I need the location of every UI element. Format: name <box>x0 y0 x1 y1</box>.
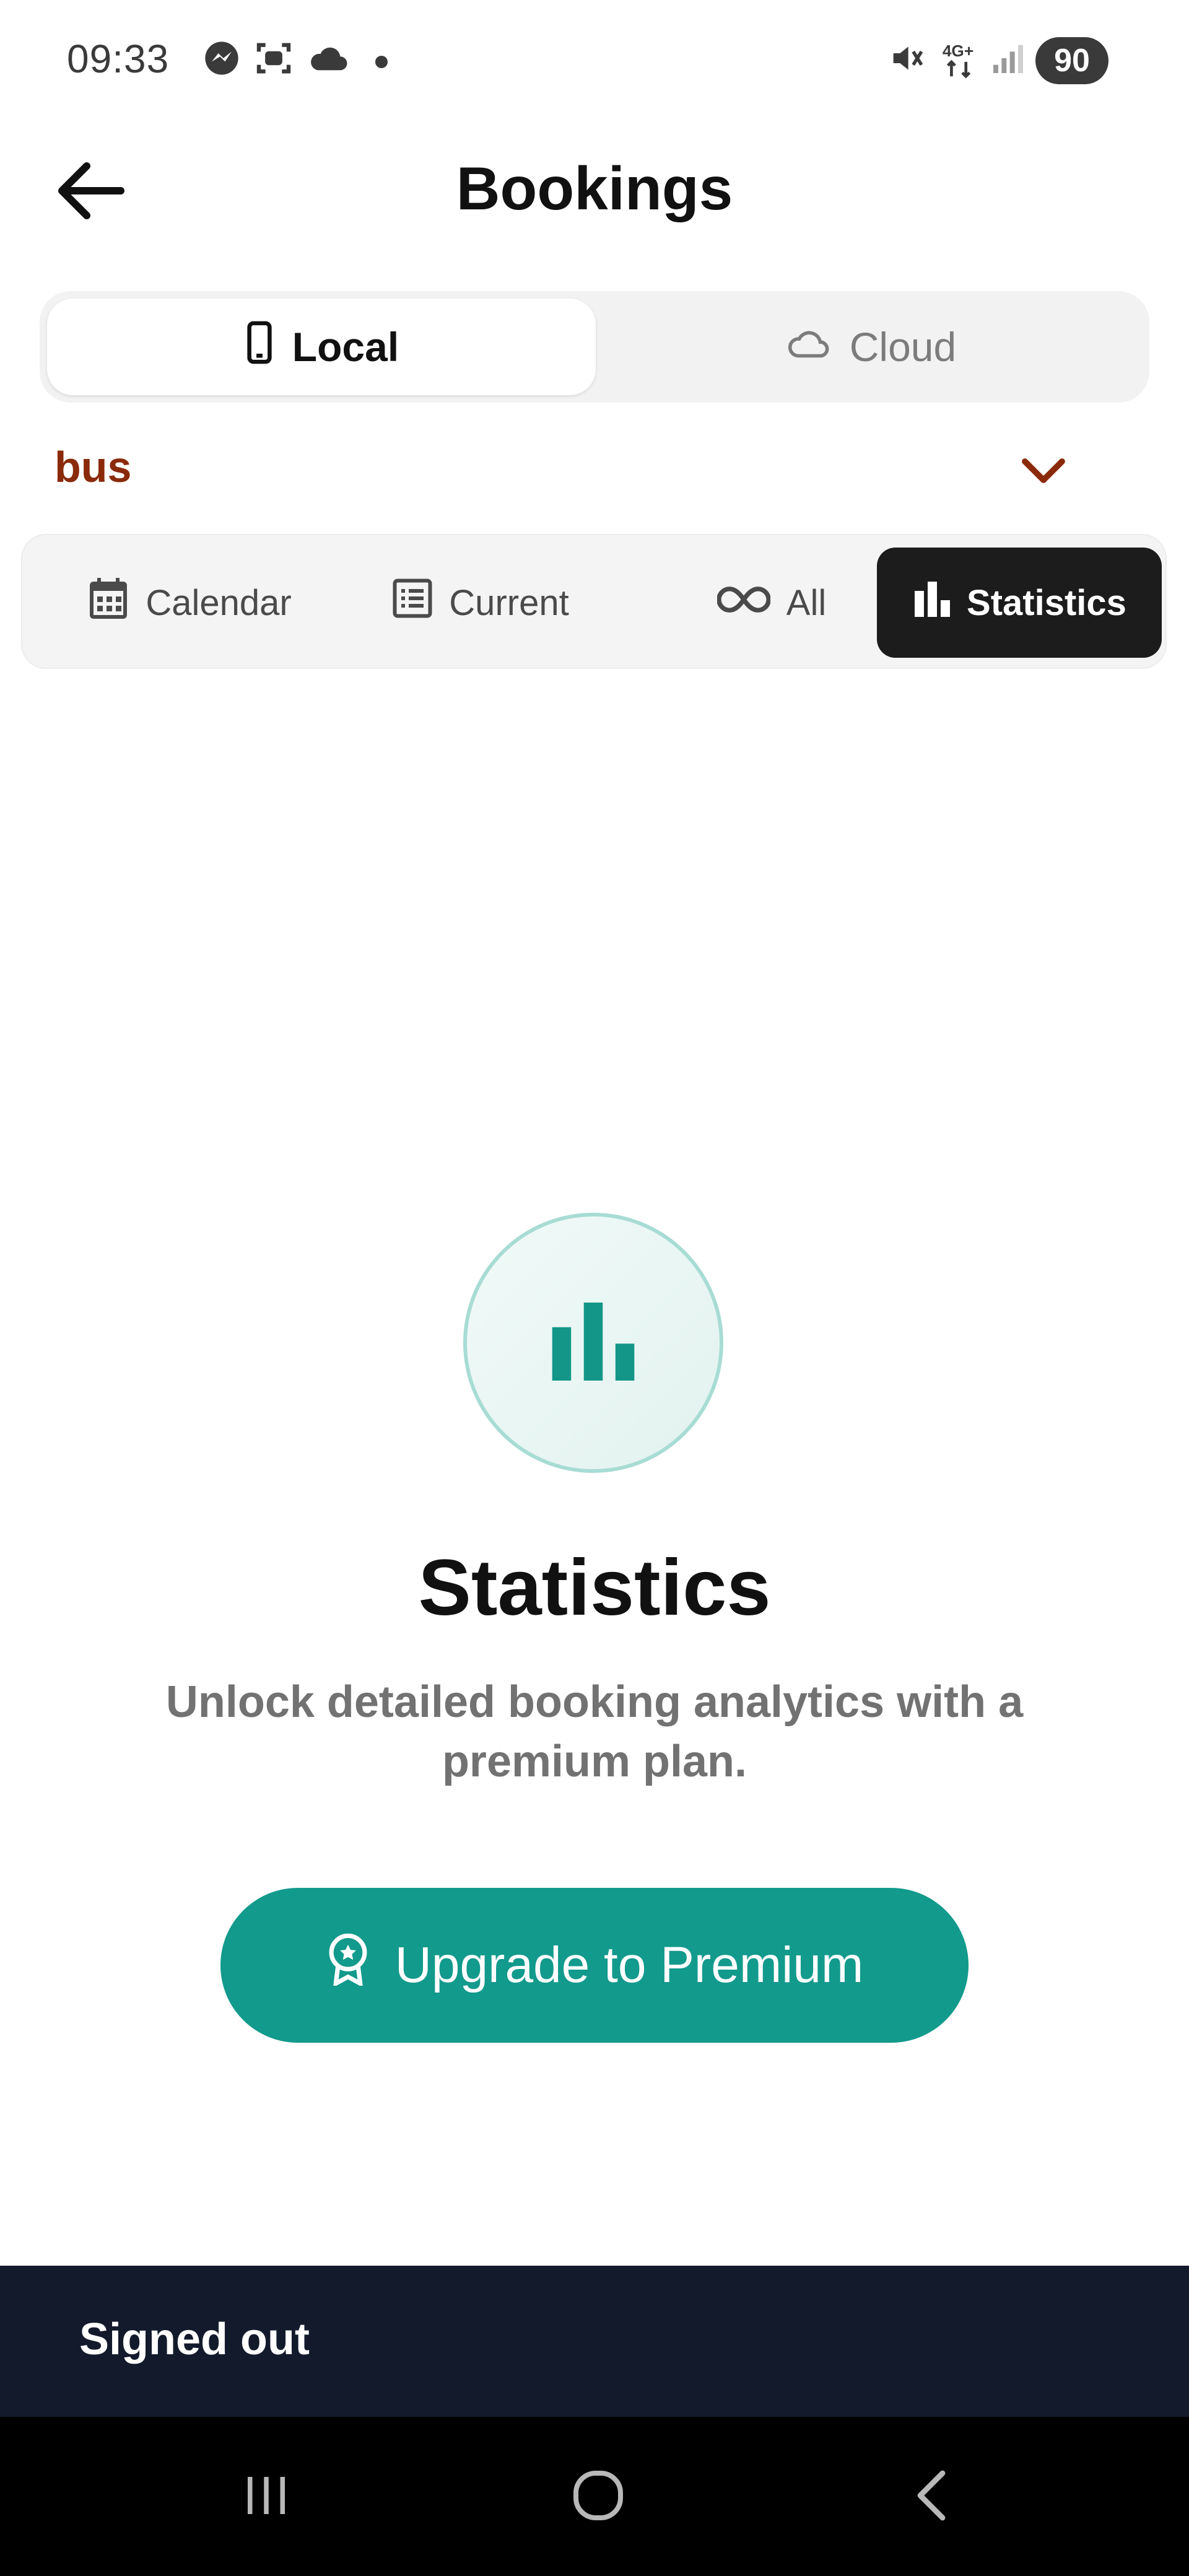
statistics-illustration <box>463 1213 723 1473</box>
messenger-icon <box>202 38 242 78</box>
bar-chart-icon <box>912 580 967 626</box>
vehicle-selector-value[interactable]: bus <box>54 442 131 492</box>
tab-statistics-label: Statistics <box>967 582 1126 623</box>
tab-calendar[interactable]: Calendar <box>59 548 320 658</box>
tab-cloud[interactable]: Cloud <box>596 299 1144 395</box>
tab-current[interactable]: Current <box>351 548 611 658</box>
tab-cloud-label: Cloud <box>849 324 957 370</box>
tab-current-label: Current <box>449 582 569 623</box>
screenshot-icon <box>254 38 294 78</box>
empty-state-subtitle: Unlock detailed booking analytics with a… <box>165 1677 1024 1786</box>
upgrade-to-premium-button[interactable]: Upgrade to Premium <box>220 1888 969 2043</box>
tab-calendar-label: Calendar <box>146 582 292 623</box>
list-icon <box>392 578 449 627</box>
calendar-icon <box>87 576 146 629</box>
recent-apps-icon <box>238 2468 294 2526</box>
tab-local-label: Local <box>292 324 399 370</box>
cloud-icon <box>306 38 347 78</box>
upgrade-button-label: Upgrade to Premium <box>394 1937 864 1993</box>
svg-text:4G+: 4G+ <box>943 41 973 60</box>
mute-icon <box>887 38 926 78</box>
cloud-outline-icon <box>784 323 850 370</box>
tab-local[interactable]: Local <box>47 299 596 395</box>
storage-toggle: Local Cloud <box>40 291 1149 403</box>
phone-icon <box>244 320 292 374</box>
notification-dot <box>375 56 388 68</box>
tab-all[interactable]: All <box>642 548 902 658</box>
bar-chart-icon <box>552 1302 635 1384</box>
empty-state-title: Statistics <box>418 1543 771 1632</box>
status-time: 09:33 <box>67 37 170 81</box>
infinity-icon <box>716 582 786 624</box>
system-back-button[interactable] <box>889 2456 976 2537</box>
view-tabs: Calendar Current All Statistics <box>21 534 1167 669</box>
award-badge-icon <box>326 1932 395 1998</box>
home-button[interactable] <box>555 2456 642 2537</box>
page-title: Bookings <box>456 154 733 222</box>
battery-indicator: 90 <box>1035 37 1108 84</box>
network-4g-icon: 4G+ <box>939 38 978 79</box>
snackbar-message: Signed out <box>79 2315 310 2364</box>
chevron-left-icon <box>908 2466 957 2528</box>
tab-all-label: All <box>786 582 827 623</box>
recent-apps-button[interactable] <box>223 2456 310 2537</box>
tab-statistics[interactable]: Statistics <box>877 548 1162 658</box>
home-icon <box>568 2466 628 2528</box>
chevron-down-icon[interactable] <box>1016 446 1071 496</box>
signal-icon <box>988 38 1028 78</box>
